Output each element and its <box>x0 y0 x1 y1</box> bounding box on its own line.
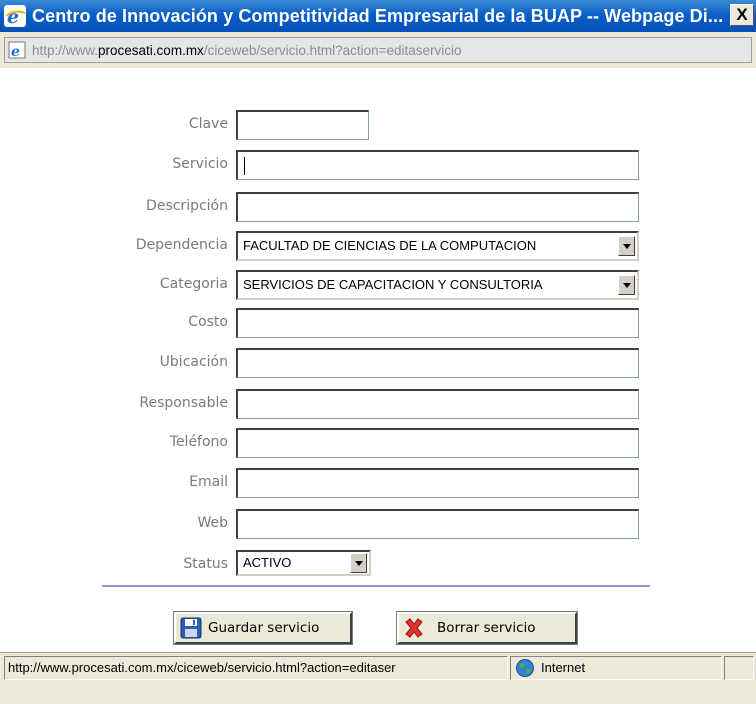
row-dependencia: Dependencia FACULTAD DE CIENCIAS DE LA C… <box>0 231 756 261</box>
row-costo: Costo <box>0 308 756 338</box>
clave-label: Clave <box>188 116 228 132</box>
row-ubicacion: Ubicación <box>0 348 756 378</box>
status-label: Status <box>183 556 228 572</box>
costo-input[interactable] <box>236 308 639 338</box>
address-path: /ciceweb/servicio.html?action=editaservi… <box>203 42 462 58</box>
page-icon: e <box>8 41 26 60</box>
chevron-down-icon[interactable] <box>618 236 635 256</box>
svg-text:e: e <box>11 44 20 59</box>
address-bar: e http://www. procesati.com.mx/ciceweb/se… <box>0 32 756 68</box>
categoria-selected: SERVICIOS DE CAPACITACION Y CONSULTORIA <box>243 277 543 292</box>
zone-label: Internet <box>541 660 586 675</box>
web-input[interactable] <box>236 509 639 539</box>
dependencia-label: Dependencia <box>135 237 228 253</box>
save-service-button[interactable]: Guardar servicio <box>173 611 353 645</box>
categoria-select[interactable]: SERVICIOS DE CAPACITACION Y CONSULTORIA <box>236 270 639 300</box>
chevron-down-icon[interactable] <box>350 553 367 573</box>
responsable-label: Responsable <box>139 395 228 411</box>
web-label: Web <box>197 515 228 531</box>
costo-label: Costo <box>188 314 228 330</box>
globe-icon <box>515 658 535 678</box>
servicio-label: Servicio <box>172 156 228 172</box>
ubicacion-label: Ubicación <box>159 354 228 370</box>
row-email: Email <box>0 468 756 498</box>
row-servicio: Servicio <box>0 150 756 180</box>
form-divider <box>102 585 650 587</box>
status-url: http://www.procesati.com.mx/ciceweb/serv… <box>4 656 508 680</box>
descripcion-label: Descripción <box>146 198 228 214</box>
row-responsable: Responsable <box>0 389 756 419</box>
internet-explorer-icon: e <box>4 5 26 28</box>
ubicacion-input[interactable] <box>236 348 639 378</box>
chevron-down-icon[interactable] <box>618 275 635 295</box>
address-prefix: http://www. <box>32 42 99 58</box>
delete-service-label: Borrar servicio <box>437 620 536 636</box>
status-selected: ACTIVO <box>243 555 292 570</box>
row-web: Web <box>0 509 756 539</box>
row-descripcion: Descripción <box>0 192 756 222</box>
floppy-disk-icon <box>180 617 202 639</box>
page-content: Clave Servicio Descripción Dependencia F… <box>0 68 756 652</box>
dependencia-select[interactable]: FACULTAD DE CIENCIAS DE LA COMPUTACION <box>236 231 639 261</box>
descripcion-input[interactable] <box>236 192 639 222</box>
email-label: Email <box>189 474 228 490</box>
row-categoria: Categoria SERVICIOS DE CAPACITACION Y CO… <box>0 270 756 300</box>
window-title-bar: e Centro de Innovación y Competitividad … <box>0 0 756 32</box>
delete-service-button[interactable]: Borrar servicio <box>396 611 578 645</box>
dependencia-selected: FACULTAD DE CIENCIAS DE LA COMPUTACION <box>243 238 537 253</box>
save-service-label: Guardar servicio <box>208 620 320 636</box>
address-field[interactable]: e http://www. procesati.com.mx/ciceweb/se… <box>4 37 752 63</box>
svg-text:e: e <box>7 6 19 27</box>
delete-x-icon <box>403 617 425 639</box>
row-status: Status ACTIVO <box>0 550 756 580</box>
resize-grip[interactable] <box>724 656 754 680</box>
clave-input[interactable] <box>236 110 369 140</box>
row-clave: Clave <box>0 110 756 140</box>
telefono-label: Teléfono <box>169 434 228 450</box>
responsable-input[interactable] <box>236 389 639 419</box>
close-button[interactable]: X <box>730 4 754 26</box>
text-caret <box>244 156 245 175</box>
address-domain: procesati.com.mx <box>98 42 204 58</box>
status-bar: http://www.procesati.com.mx/ciceweb/serv… <box>0 652 756 704</box>
window-title: Centro de Innovación y Competitividad Em… <box>32 5 724 26</box>
security-zone: Internet <box>510 656 722 680</box>
servicio-input[interactable] <box>236 150 639 180</box>
telefono-input[interactable] <box>236 428 639 458</box>
categoria-label: Categoria <box>159 276 228 292</box>
row-telefono: Teléfono <box>0 428 756 458</box>
status-select[interactable]: ACTIVO <box>236 550 371 576</box>
email-input[interactable] <box>236 468 639 498</box>
